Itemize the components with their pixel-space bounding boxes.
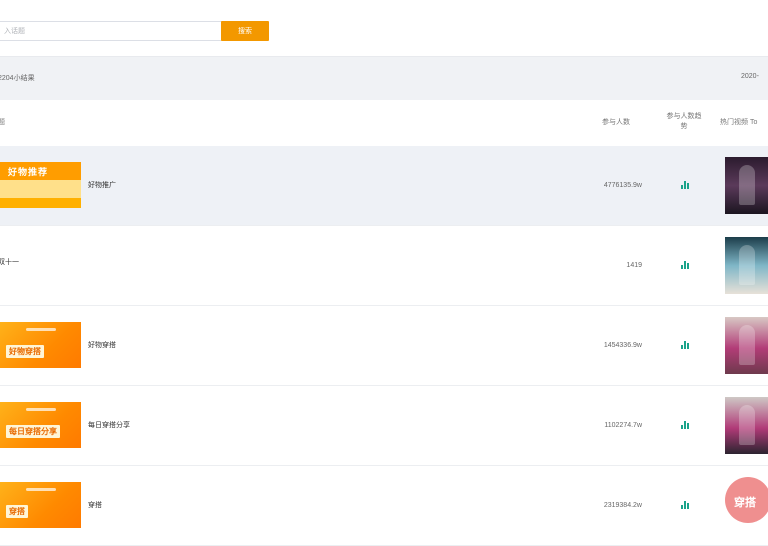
participant-count: 4776135.9w (603, 182, 642, 189)
table-row[interactable]: 双十一 1419 (0, 226, 768, 306)
date-range: 2020- (741, 73, 759, 80)
table-row[interactable]: 穿搭 穿搭 2319384.2w 穿搭 (0, 466, 768, 546)
hot-video-thumbnail[interactable] (725, 317, 768, 374)
topic-name[interactable]: 穿搭 (88, 500, 102, 510)
result-count: 2204小结果 (0, 75, 35, 82)
topic-thumbnail: 好物穿搭 (0, 322, 81, 368)
bar-chart-icon[interactable] (680, 179, 690, 191)
table-header: 题 参与人数 参与人数趋势 热门视频 To (0, 100, 768, 146)
participant-count: 1419 (626, 262, 642, 269)
participant-count: 1454336.9w (603, 342, 642, 349)
bar-chart-icon[interactable] (680, 499, 690, 511)
hot-video-thumbnail[interactable]: 穿搭 (725, 477, 768, 534)
topic-name[interactable]: 好物推广 (88, 180, 116, 190)
table-row[interactable]: 好物推荐 好物推广 4776135.9w (0, 146, 768, 226)
bar-chart-icon[interactable] (680, 339, 690, 351)
column-participants: 参与人数 (602, 119, 630, 126)
topic-thumbnail: 穿搭 (0, 482, 81, 528)
search-bar: 搜索 (0, 8, 768, 56)
participant-count: 2319384.2w (603, 502, 642, 509)
hot-video-thumbnail[interactable] (725, 397, 768, 454)
topic-name[interactable]: 双十一 (0, 257, 19, 267)
topic-thumbnail: 好物推荐 (0, 162, 81, 208)
table-row[interactable]: 好物穿搭 好物穿搭 1454336.9w (0, 306, 768, 386)
participant-count: 1102274.7w (604, 422, 642, 429)
search-button[interactable]: 搜索 (221, 21, 269, 41)
bar-chart-icon[interactable] (680, 259, 690, 271)
topic-thumbnail: 每日穿搭分享 (0, 402, 81, 448)
column-trend: 参与人数趋势 (666, 113, 702, 130)
column-hot-videos: 热门视频 To (720, 119, 758, 126)
bar-chart-icon[interactable] (680, 419, 690, 431)
table-row[interactable]: 每日穿搭分享 每日穿搭分享 1102274.7w (0, 386, 768, 466)
result-summary-bar: 2204小结果 2020- (0, 56, 768, 101)
topic-name[interactable]: 每日穿搭分享 (88, 420, 130, 430)
topic-name[interactable]: 好物穿搭 (88, 340, 116, 350)
column-topic: 题 (0, 119, 5, 126)
hot-video-thumbnail[interactable] (725, 237, 768, 294)
search-input[interactable] (0, 21, 226, 41)
hot-video-thumbnail[interactable] (725, 157, 768, 214)
